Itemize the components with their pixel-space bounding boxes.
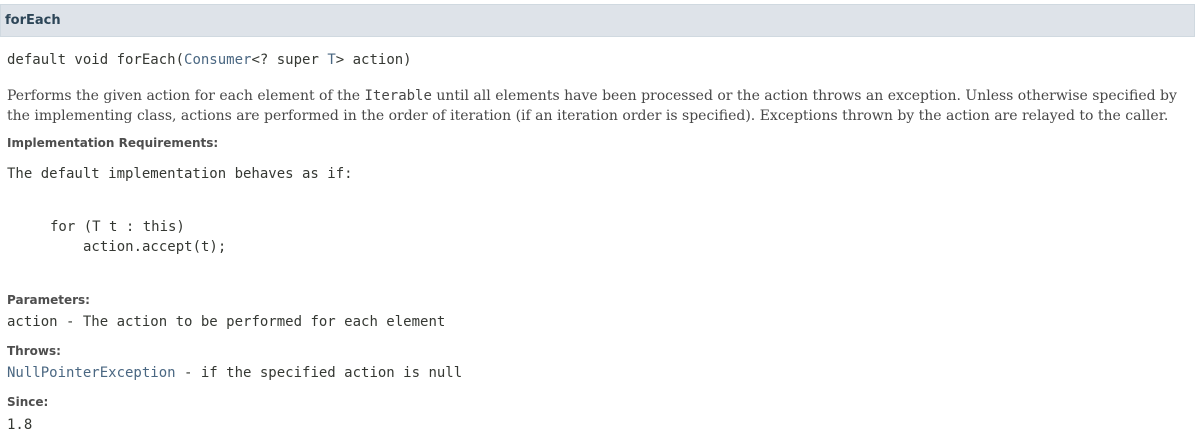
parameter-name: action <box>7 314 58 330</box>
description-part1: Performs the given action for each eleme… <box>7 88 365 104</box>
type-param-link[interactable]: T <box>327 52 335 68</box>
parameter-entry: action - The action to be performed for … <box>7 314 445 330</box>
parameters-label: Parameters: <box>7 293 90 307</box>
throws-entry: NullPointerException - if the specified … <box>7 365 462 381</box>
impl-requirements-text: The default implementation behaves as if… <box>7 166 353 182</box>
method-signature: default void forEach(Consumer<? super T>… <box>7 52 412 68</box>
consumer-link[interactable]: Consumer <box>184 52 251 68</box>
method-description: Performs the given action for each eleme… <box>7 86 1192 126</box>
code-line-1: for (T t : this) <box>50 219 185 235</box>
throws-label: Throws: <box>7 344 61 358</box>
iterable-code: Iterable <box>364 88 432 104</box>
throws-text: - if the specified action is null <box>175 365 463 381</box>
since-label: Since: <box>7 395 49 409</box>
parameter-text: - The action to be performed for each el… <box>57 314 446 330</box>
method-header: forEach <box>0 4 1195 37</box>
method-title: forEach <box>5 13 61 28</box>
since-value: 1.8 <box>7 417 33 433</box>
signature-prefix: default void forEach( <box>7 52 185 68</box>
code-line-2: action.accept(t); <box>83 239 227 255</box>
signature-suffix: > action) <box>335 52 412 68</box>
impl-requirements-label: Implementation Requirements: <box>7 136 219 150</box>
method-detail: forEach default void forEach(Consumer<? … <box>0 0 1199 446</box>
null-pointer-exception-link[interactable]: NullPointerException <box>7 365 176 381</box>
signature-mid: <? super <box>251 52 328 68</box>
